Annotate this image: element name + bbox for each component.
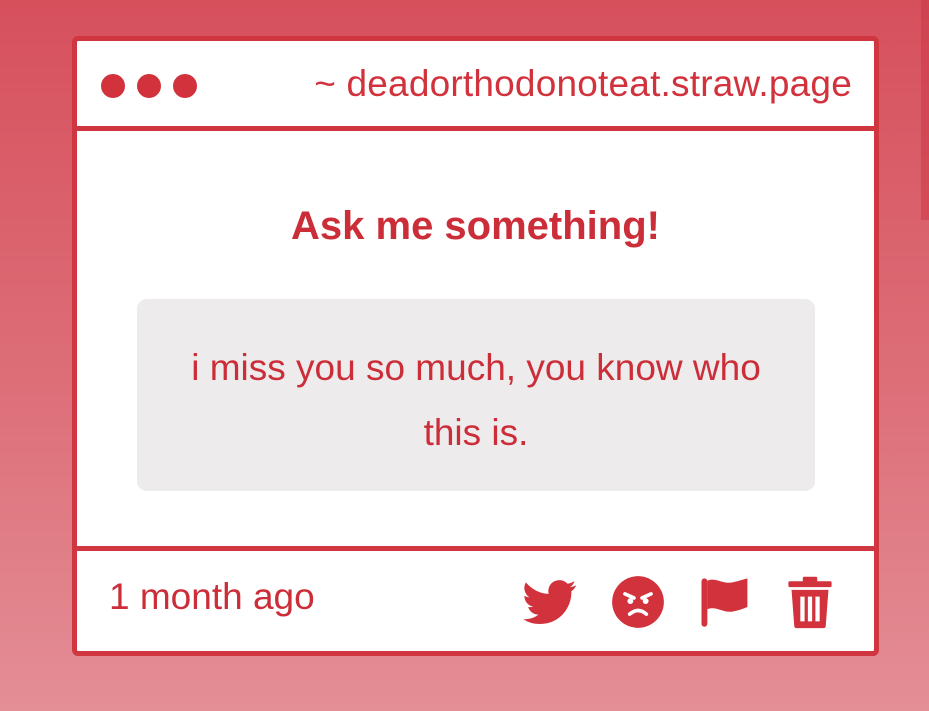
card-content: Ask me something! i miss you so much, yo…	[77, 136, 874, 548]
page-title: Ask me something!	[291, 204, 660, 248]
flag-icon[interactable]	[697, 575, 751, 629]
angry-face-icon[interactable]	[611, 575, 665, 629]
window-dot-icon	[101, 74, 125, 98]
timestamp: 1 month ago	[109, 576, 315, 617]
trash-icon[interactable]	[783, 575, 837, 629]
page-url[interactable]: ~ deadorthodonoteat.straw.page	[314, 63, 852, 105]
scrollbar-thumb[interactable]	[921, 0, 929, 220]
question-box: i miss you so much, you know who this is…	[137, 299, 815, 491]
window-dot-icon	[137, 74, 161, 98]
window-titlebar: ~ deadorthodonoteat.straw.page	[77, 41, 874, 131]
ask-card: ~ deadorthodonoteat.straw.page Ask me so…	[72, 36, 879, 656]
window-dot-icon	[173, 74, 197, 98]
question-text: i miss you so much, you know who this is…	[191, 347, 761, 453]
twitter-icon[interactable]	[523, 575, 577, 629]
card-footer: 1 month ago	[77, 546, 874, 651]
